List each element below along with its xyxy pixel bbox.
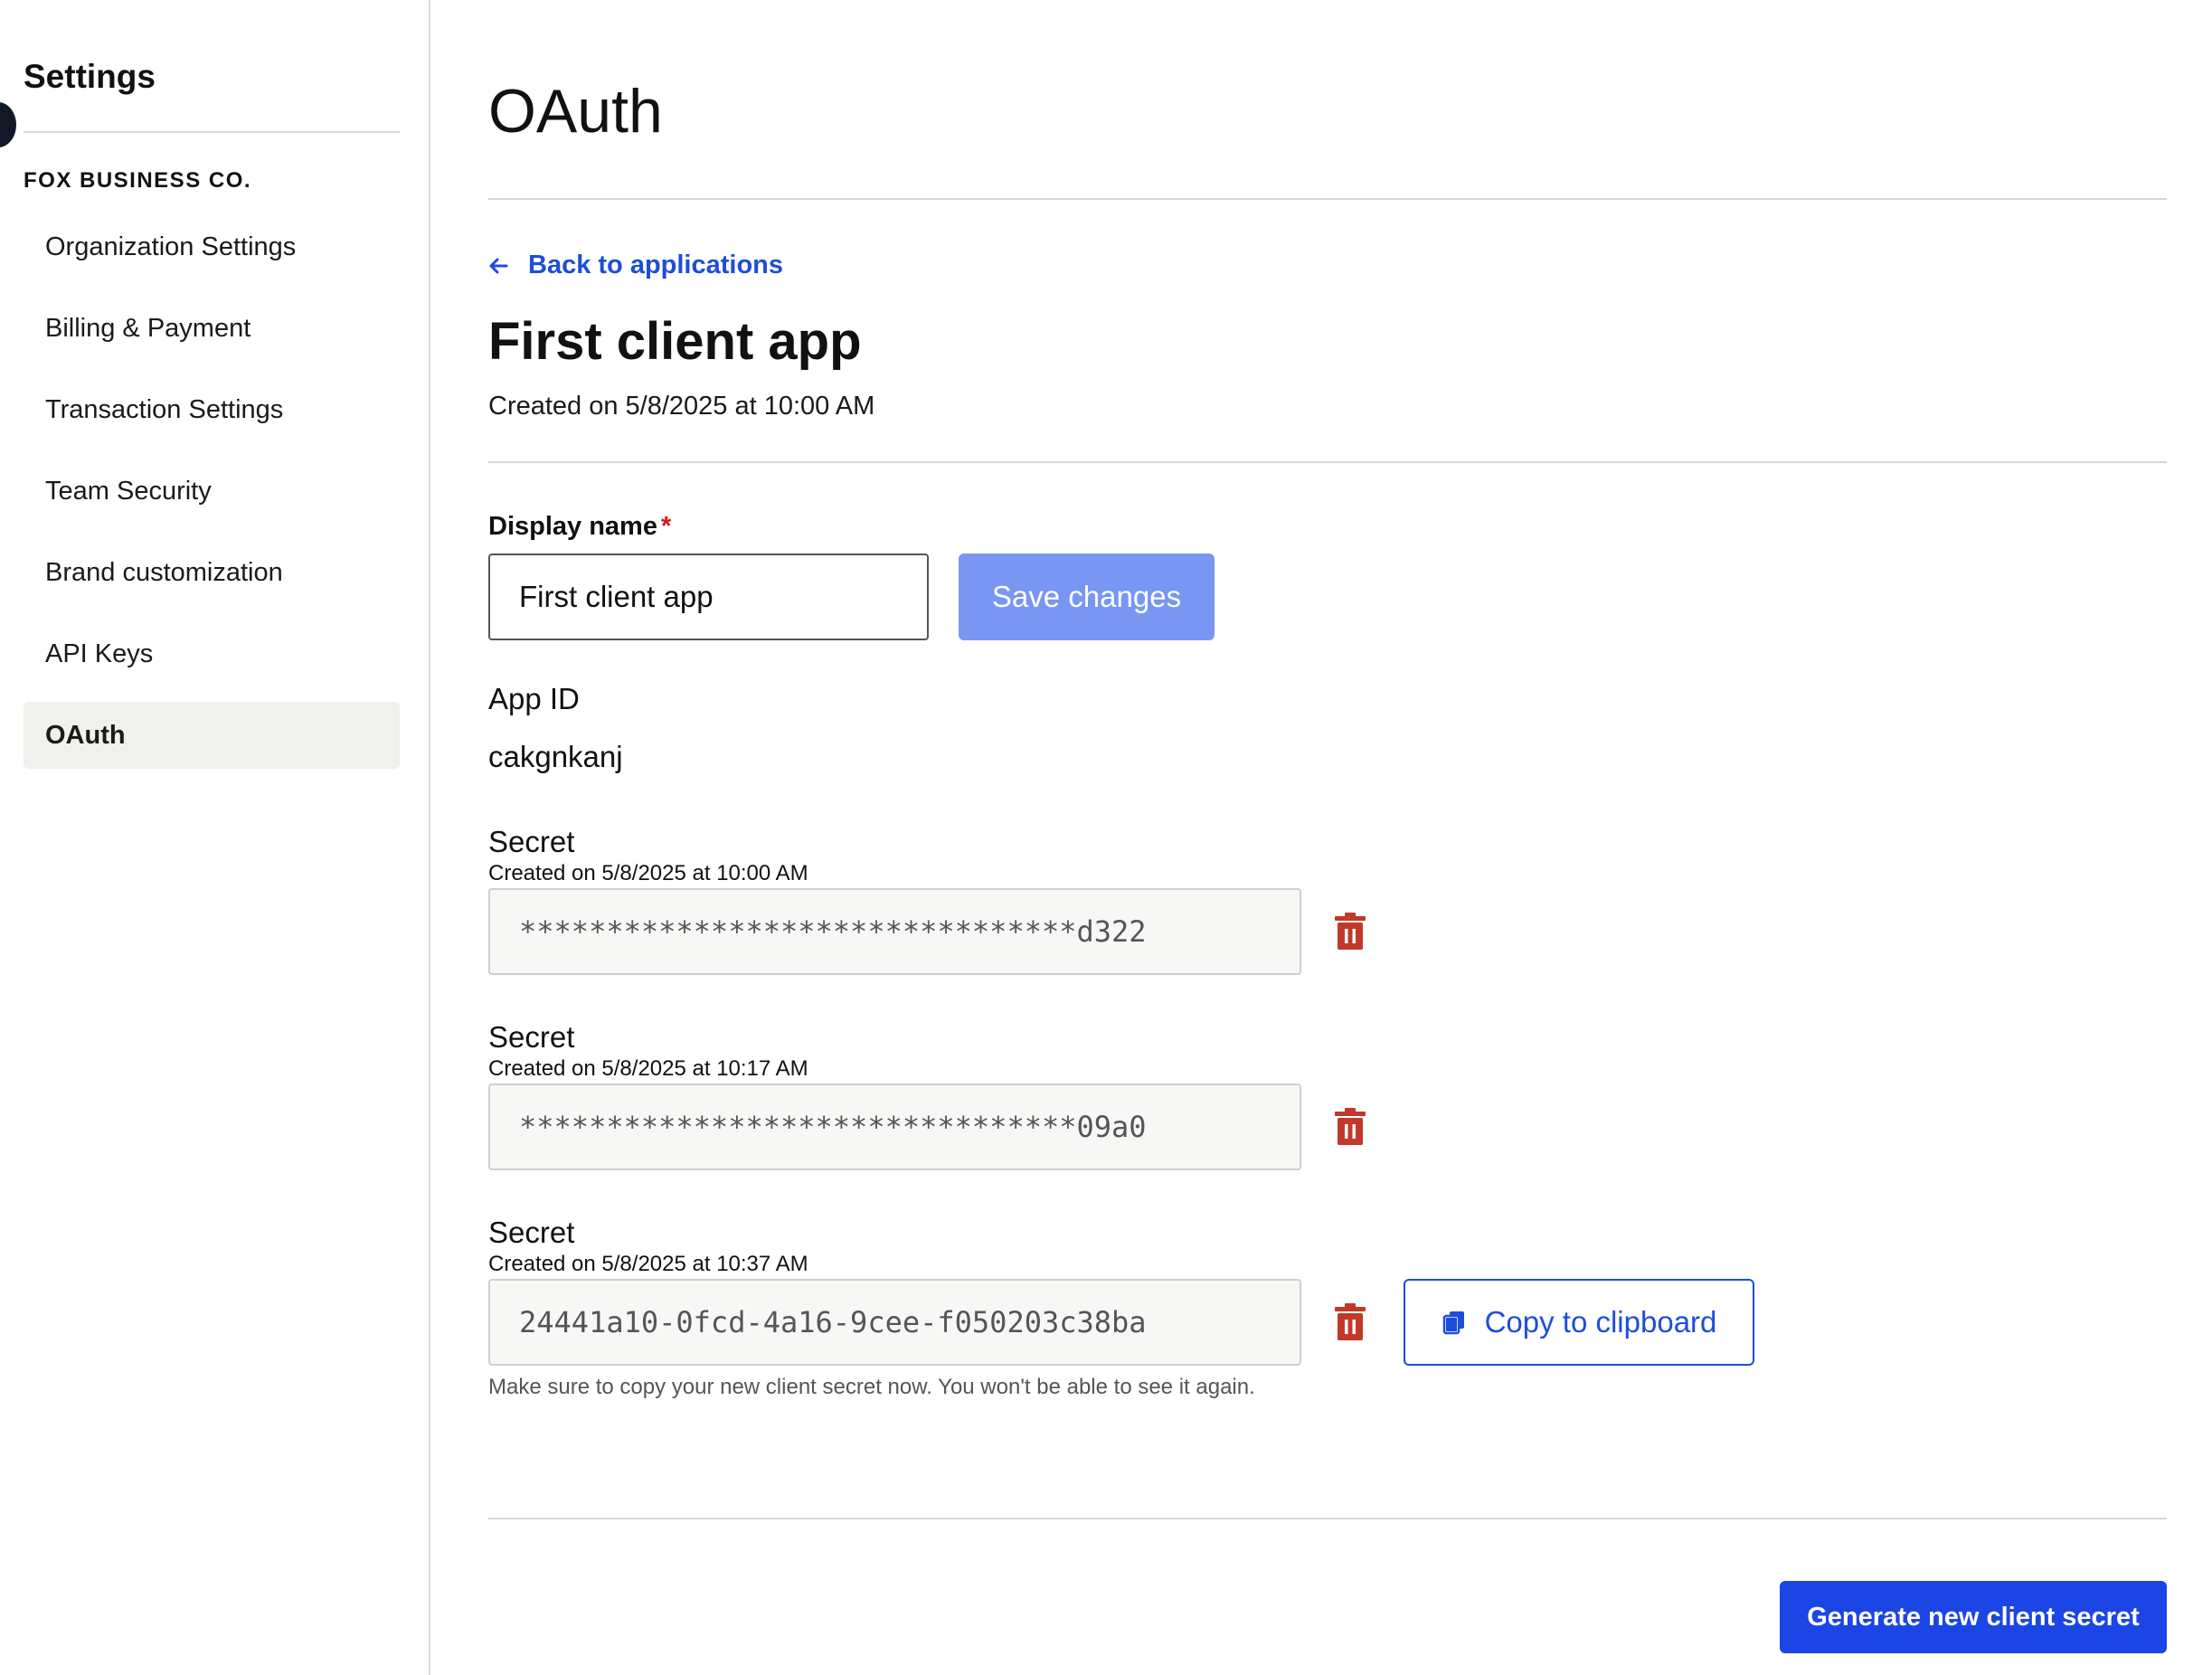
save-changes-button[interactable]: Save changes: [959, 554, 1215, 640]
app-created-date: Created on 5/8/2025 at 10:00 AM: [488, 392, 875, 421]
app-title: First client app: [488, 312, 862, 371]
sidebar: Settings FOX BUSINESS CO. Organization S…: [0, 0, 430, 1675]
arrow-left-icon: [489, 258, 508, 273]
copy-to-clipboard-button[interactable]: Copy to clipboard: [1404, 1279, 1754, 1366]
app-id-value: cakgnkanj: [488, 740, 623, 773]
secret-entry: Secret Created on 5/8/2025 at 10:00 AM *…: [488, 825, 2167, 979]
secret-created-date: Created on 5/8/2025 at 10:00 AM: [488, 861, 808, 885]
divider: [488, 198, 2167, 200]
sidebar-item-brand-customization[interactable]: Brand customization: [24, 539, 400, 606]
secret-entry: Secret Created on 5/8/2025 at 10:37 AM 2…: [488, 1216, 2167, 1369]
secret-help-text: Make sure to copy your new client secret…: [488, 1375, 1255, 1399]
sidebar-item-team-security[interactable]: Team Security: [24, 458, 400, 525]
secret-title: Secret: [488, 825, 575, 858]
app-id-label: App ID: [488, 682, 580, 715]
divider: [488, 461, 2167, 463]
display-name-input[interactable]: [488, 554, 929, 640]
secret-value-field[interactable]: 24441a10-0fcd-4a16-9cee-f050203c38ba: [488, 1279, 1301, 1366]
copy-button-label: Copy to clipboard: [1484, 1305, 1717, 1339]
divider: [488, 1518, 2167, 1519]
sidebar-title: Settings: [24, 58, 156, 95]
generate-client-secret-button[interactable]: Generate new client secret: [1780, 1581, 2167, 1653]
org-name: FOX BUSINESS CO.: [24, 168, 252, 193]
required-marker: *: [660, 512, 672, 541]
sidebar-item-organization-settings[interactable]: Organization Settings: [24, 213, 400, 280]
secret-value-field[interactable]: ********************************09a0: [488, 1084, 1301, 1170]
page-title: OAuth: [488, 77, 663, 146]
back-link-label: Back to applications: [528, 251, 784, 279]
main-content: OAuth Back to applications First client …: [488, 0, 2167, 1675]
sidebar-item-oauth[interactable]: OAuth: [24, 702, 400, 769]
secret-title: Secret: [488, 1216, 575, 1249]
secret-entry: Secret Created on 5/8/2025 at 10:17 AM *…: [488, 1020, 2167, 1174]
trash-icon[interactable]: [1331, 913, 1369, 951]
display-name-label: Display name *: [488, 512, 671, 542]
copy-icon: [1442, 1311, 1464, 1335]
settings-nav: Organization Settings Billing & Payment …: [24, 213, 400, 783]
back-to-applications-link[interactable]: Back to applications: [488, 251, 783, 280]
secret-created-date: Created on 5/8/2025 at 10:17 AM: [488, 1056, 808, 1081]
sidebar-collapse-handle[interactable]: [0, 102, 16, 147]
sidebar-item-api-keys[interactable]: API Keys: [24, 620, 400, 687]
sidebar-item-billing-payment[interactable]: Billing & Payment: [24, 295, 400, 362]
sidebar-divider: [24, 131, 400, 133]
sidebar-item-transaction-settings[interactable]: Transaction Settings: [24, 376, 400, 443]
display-name-label-text: Display name: [488, 512, 657, 541]
secret-value-field[interactable]: ********************************d322: [488, 888, 1301, 975]
secret-created-date: Created on 5/8/2025 at 10:37 AM: [488, 1252, 808, 1276]
secret-title: Secret: [488, 1020, 575, 1054]
trash-icon[interactable]: [1331, 1303, 1369, 1341]
trash-icon[interactable]: [1331, 1108, 1369, 1146]
